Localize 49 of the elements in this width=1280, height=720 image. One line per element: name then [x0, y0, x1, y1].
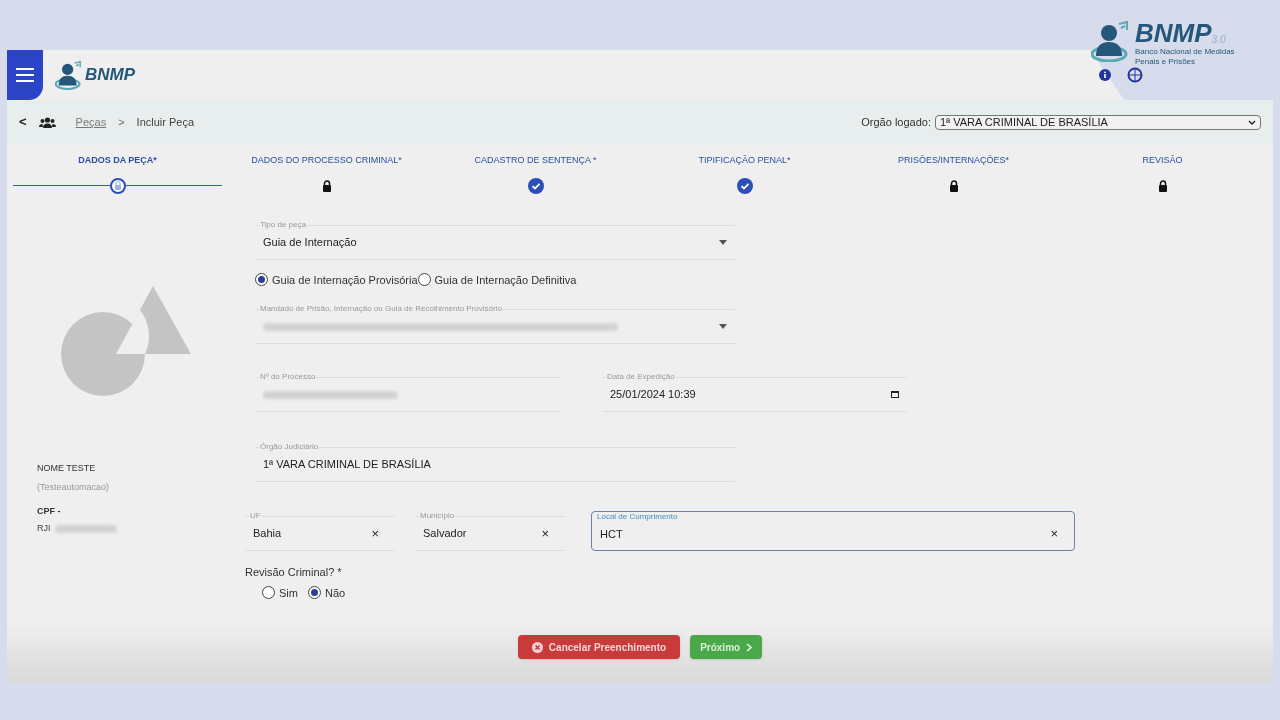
field-value: Bahia	[253, 526, 282, 542]
field-label: Órgão Judiciário	[259, 443, 320, 451]
radio-label: Sim	[279, 585, 298, 601]
radio-label: Guia de Internação Definitiva	[434, 272, 577, 288]
field-label: Local de Cumprimento	[596, 513, 679, 521]
field-value: Guia de Internação	[263, 234, 357, 250]
step-label[interactable]: DADOS DO PROCESSO CRIMINAL*	[251, 154, 402, 168]
radio-label: Não	[324, 585, 346, 601]
clear-button[interactable]: ×	[371, 523, 387, 544]
cancel-button[interactable]: Cancelar Preenchimento	[517, 635, 681, 659]
clear-button[interactable]: ×	[1050, 524, 1066, 544]
autocomplete-field[interactable]: Local de Cumprimento HCT ×	[591, 511, 1075, 551]
tipo-peca-select[interactable]: Tipo de peça Guia de Internação	[255, 219, 735, 260]
person-username: (Testeautomacao)	[37, 481, 111, 494]
field-label: UF	[249, 512, 262, 520]
field-value: HCT	[600, 526, 623, 542]
back-button[interactable]: <	[19, 112, 27, 132]
logo-text: BNMP	[1135, 20, 1212, 46]
radio-label: Guia de Internação Provisória	[272, 272, 418, 288]
orgao-judiciario-field[interactable]: Órgão Judiciário 1ª VARA CRIMINAL DE BRASÍLIA	[255, 442, 735, 482]
revisao-label: Revisão Criminal? *	[245, 565, 343, 580]
field-label: Município	[419, 512, 456, 520]
field-value: 25/01/2024 10:39	[610, 387, 696, 403]
logo-version: 3.0	[1211, 34, 1226, 47]
rji-label: RJI	[37, 522, 51, 535]
date-field[interactable]: Data de Expedição 25/01/2024 10:39	[602, 372, 907, 412]
clear-button[interactable]: ×	[541, 523, 557, 544]
cpf-label: CPF -	[37, 504, 62, 518]
logo-text: BNMP	[85, 64, 136, 87]
breadcrumb-link[interactable]: Peças	[75, 113, 107, 131]
field-label: Nº do Processo	[259, 373, 317, 381]
field-label: Tipo de peça	[259, 220, 307, 229]
person-name: NOME TESTE	[37, 461, 97, 475]
orgao-select[interactable]: 1ª VARA CRIMINAL DE BRASÍLIA	[935, 114, 1261, 130]
field-value: Salvador	[423, 526, 467, 542]
field-label: Mandado de Prisão, Internação ou Guia de Recolhimento Provisório	[259, 305, 503, 313]
field-value: 1ª VARA CRIMINAL DE BRASÍLIA	[263, 457, 431, 473]
logo-subtitle: Banco Nacional de Medidas Penais e Prisões	[1135, 47, 1236, 67]
step-label[interactable]: TIPIFICAÇÃO PENAL*	[698, 154, 791, 168]
step-label[interactable]: PRISÕES/INTERNAÇÕES*	[898, 154, 1009, 168]
step-label[interactable]: DADOS DA PEÇA*	[78, 154, 157, 168]
step-label[interactable]: CADASTRO DE SENTENÇA *	[474, 154, 597, 168]
field-label: Data de Expedição	[606, 373, 676, 381]
step-label[interactable]: REVISÃO	[1142, 154, 1183, 168]
breadcrumb-current: Incluir Peça	[136, 114, 195, 130]
autocomplete-field[interactable]: Município Salvador ×	[415, 511, 565, 551]
autocomplete-field[interactable]: UF Bahia ×	[245, 511, 395, 551]
orgao-label: Orgão logado:	[861, 114, 931, 130]
breadcrumb-separator: >	[118, 114, 125, 130]
